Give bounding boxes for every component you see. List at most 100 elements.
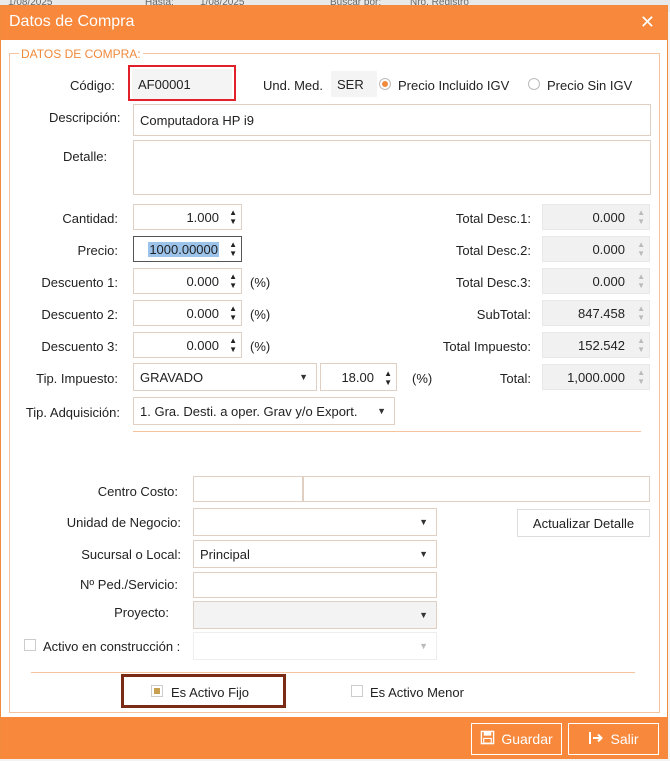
descuento2-value: 0.000	[186, 305, 219, 321]
total-desc2-label: Total Desc.2:	[455, 243, 531, 258]
codigo-highlight	[128, 65, 236, 101]
activo-construccion-select[interactable]: ▼	[193, 632, 437, 660]
centro-costo-name-input[interactable]	[303, 476, 650, 502]
unidad-negocio-select[interactable]: ▼	[193, 508, 437, 536]
proyecto-select[interactable]: ▼	[193, 601, 437, 629]
precio-sin-igv-label[interactable]: Precio Sin IGV	[547, 78, 632, 93]
descuento2-spin-icon[interactable]: ▲ ▼	[229, 304, 237, 322]
save-icon	[480, 730, 495, 748]
tip-impuesto-value: GRAVADO	[140, 369, 204, 385]
pedido-label: Nº Ped./Servicio:	[80, 577, 178, 592]
precio-label: Precio:	[77, 243, 118, 258]
total-desc3-value: 0.000	[592, 273, 625, 289]
es-activo-menor-label[interactable]: Es Activo Menor	[370, 685, 464, 700]
descuento3-input[interactable]: 0.000 ▲ ▼	[133, 332, 242, 358]
chevron-down-icon: ▼	[299, 372, 308, 382]
tip-adquisicion-value: 1. Gra. Desti. a oper. Grav y/o Export.	[140, 403, 358, 419]
dialog-footer: Guardar Salir	[1, 717, 667, 759]
total-label: Total:	[499, 371, 531, 386]
total-desc3-field: 0.000 ▲ ▼	[542, 268, 650, 294]
total-desc1-spin-icon: ▲ ▼	[637, 208, 645, 226]
chevron-down-icon: ▼	[419, 517, 428, 527]
total-value: 1,000.000	[567, 369, 625, 385]
unidad-negocio-label: Unidad de Negocio:	[66, 515, 181, 530]
window-title: Datos de Compra	[9, 13, 135, 30]
cantidad-input[interactable]: 1.000 ▲ ▼	[133, 204, 242, 230]
tip-impuesto-label: Tip. Impuesto:	[36, 371, 118, 386]
descripcion-label: Descripción:	[49, 110, 121, 125]
total-desc2-value: 0.000	[592, 241, 625, 257]
total-desc1-label: Total Desc.1:	[455, 211, 531, 226]
subtotal-value: 847.458	[578, 305, 625, 321]
precio-incluido-radio[interactable]	[379, 78, 391, 90]
tip-adquisicion-select[interactable]: 1. Gra. Desti. a oper. Grav y/o Export. …	[133, 397, 395, 425]
tip-adquisicion-label: Tip. Adquisición:	[25, 405, 120, 420]
total-spin-icon: ▲ ▼	[637, 368, 645, 386]
detalle-label: Detalle:	[63, 149, 108, 164]
tip-impuesto-select[interactable]: GRAVADO ▼	[133, 363, 317, 391]
subtotal-field: 847.458 ▲ ▼	[542, 300, 650, 326]
descuento2-label: Descuento 2:	[41, 307, 118, 322]
es-activo-fijo-highlight	[121, 674, 286, 708]
sucursal-select[interactable]: Principal ▼	[193, 540, 437, 568]
datos-compra-dialog: Datos de Compra ✕ DATOS DE COMPRA: Códig…	[0, 5, 668, 759]
precio-sin-igv-radio[interactable]	[528, 78, 540, 90]
total-desc3-label: Total Desc.3:	[455, 275, 531, 290]
descuento1-value: 0.000	[186, 273, 219, 289]
chevron-down-icon: ▼	[419, 641, 428, 651]
cantidad-spin-icon[interactable]: ▲ ▼	[229, 208, 237, 226]
total-desc1-value: 0.000	[592, 209, 625, 225]
descripcion-input[interactable]: Computadora HP i9	[133, 104, 651, 136]
descuento3-value: 0.000	[186, 337, 219, 353]
impuesto-rate-value: 18.00	[341, 369, 374, 385]
salir-button[interactable]: Salir	[568, 723, 659, 755]
centro-costo-code-input[interactable]	[193, 476, 303, 502]
total-field: 1,000.000 ▲ ▼	[542, 364, 650, 390]
group-title: DATOS DE COMPRA:	[19, 47, 143, 61]
descuento3-unit: (%)	[250, 339, 271, 354]
pedido-input[interactable]	[193, 572, 437, 598]
actualizar-detalle-button[interactable]: Actualizar Detalle	[517, 509, 650, 537]
precio-incluido-label[interactable]: Precio Incluido IGV	[398, 78, 509, 93]
descuento1-input[interactable]: 0.000 ▲ ▼	[133, 268, 242, 294]
activo-construccion-checkbox[interactable]	[24, 639, 36, 651]
descuento3-label: Descuento 3:	[41, 339, 118, 354]
descuento1-unit: (%)	[250, 275, 271, 290]
close-icon[interactable]: ✕	[640, 12, 655, 33]
section-divider	[31, 672, 635, 673]
codigo-label: Código:	[70, 78, 115, 93]
descuento1-label: Descuento 1:	[41, 275, 118, 290]
subtotal-label: SubTotal:	[476, 307, 531, 322]
exit-icon	[588, 731, 604, 748]
descuento2-unit: (%)	[250, 307, 271, 322]
total-impuesto-value: 152.542	[578, 337, 625, 353]
total-impuesto-field: 152.542 ▲ ▼	[542, 332, 650, 358]
cantidad-label: Cantidad:	[62, 211, 118, 226]
total-desc2-field: 0.000 ▲ ▼	[542, 236, 650, 262]
total-impuesto-label: Total Impuesto:	[442, 339, 531, 354]
guardar-label: Guardar	[501, 731, 553, 747]
descuento2-input[interactable]: 0.000 ▲ ▼	[133, 300, 242, 326]
proyecto-label: Proyecto:	[114, 605, 169, 620]
descuento1-spin-icon[interactable]: ▲ ▼	[229, 272, 237, 290]
sucursal-value: Principal	[200, 546, 250, 562]
descuento3-spin-icon[interactable]: ▲ ▼	[229, 336, 237, 354]
section-divider	[133, 431, 641, 432]
activo-construccion-label[interactable]: Activo en construcción :	[43, 639, 180, 654]
precio-spin-icon[interactable]: ▲ ▼	[229, 240, 237, 258]
detalle-textarea[interactable]	[133, 140, 651, 195]
und-med-field[interactable]: SER	[331, 71, 377, 97]
es-activo-menor-checkbox[interactable]	[351, 685, 363, 697]
total-impuesto-spin-icon: ▲ ▼	[637, 336, 645, 354]
chevron-down-icon: ▼	[377, 406, 386, 416]
sucursal-label: Sucursal o Local:	[81, 547, 181, 562]
precio-value: 1000.00000	[148, 241, 219, 257]
centro-costo-label: Centro Costo:	[97, 484, 178, 499]
precio-input[interactable]: 1000.00000 ▲ ▼	[133, 236, 242, 262]
total-desc3-spin-icon: ▲ ▼	[637, 272, 645, 290]
total-desc1-field: 0.000 ▲ ▼	[542, 204, 650, 230]
chevron-down-icon: ▼	[419, 549, 428, 559]
chevron-down-icon: ▼	[419, 610, 428, 620]
cantidad-value: 1.000	[186, 209, 219, 225]
guardar-button[interactable]: Guardar	[471, 723, 562, 755]
